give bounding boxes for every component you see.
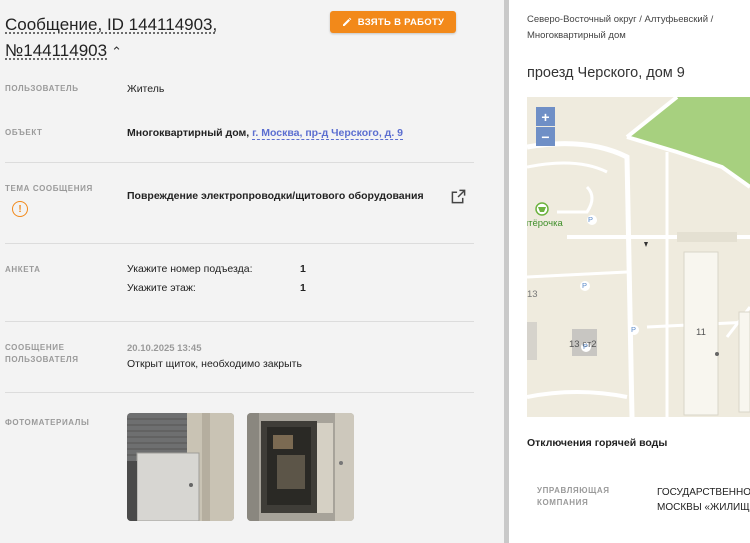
hot-water-outages-title: Отключения горячей воды [527, 437, 668, 449]
user-message-label-line-2: ПОЛЬЗОВАТЕЛЯ [5, 355, 79, 364]
management-company-label-line-2: КОМПАНИЯ [537, 498, 589, 507]
user-message-label: СООБЩЕНИЕ ПОЛЬЗОВАТЕЛЯ [5, 342, 79, 366]
chevron-up-icon[interactable]: ⌃ [111, 39, 122, 65]
map[interactable]: + − ятёрочка 13 13 ст2 11 P P P P [527, 97, 750, 417]
title-line-2: №144114903 [5, 41, 108, 60]
map-building-label: 13 [527, 289, 538, 300]
photos-label: ФОТОМАТЕРИАЛЫ [5, 418, 90, 427]
parking-icon: P [582, 281, 588, 290]
management-company-value-line-2: МОСКВЫ «ЖИЛИЩ [657, 502, 750, 513]
parking-icon: P [631, 325, 637, 334]
parking-icon: P [583, 342, 589, 351]
breadcrumb-line-1[interactable]: Северо-Восточный округ / Алтуфьевский / [527, 14, 713, 25]
object-address-link[interactable]: г. Москва, пр-д Черского, д. 9 [252, 127, 404, 140]
zoom-out-button[interactable]: − [536, 127, 555, 146]
photo-thumbnail[interactable] [247, 413, 354, 521]
management-company-label: УПРАВЛЯЮЩАЯ КОМПАНИЯ [537, 485, 610, 509]
photo-image-panel-open [247, 413, 354, 521]
survey-answer: 1 [300, 282, 306, 294]
user-message-text: Открыт щиток, необходимо закрыть [127, 358, 302, 370]
pencil-icon [342, 17, 352, 26]
breadcrumb: Северо-Восточный округ / Алтуфьевский / … [527, 12, 750, 44]
photo-thumbnail[interactable] [127, 413, 234, 521]
map-tiles [527, 97, 750, 417]
divider [5, 321, 474, 322]
object-label: ОБЪЕКТ [5, 128, 43, 137]
management-company-value-line-1: ГОСУДАРСТВЕННОЕ [657, 487, 750, 498]
map-shop-label: ятёрочка [527, 218, 563, 229]
object-address-title: проезд Черского, дом 9 [527, 65, 685, 81]
message-panel: Сообщение, ID 144114903, №144114903 ⌃ ВЗЯ… [0, 0, 504, 543]
management-company-value: ГОСУДАРСТВЕННОЕ МОСКВЫ «ЖИЛИЩ [657, 485, 750, 515]
user-message-date: 20.10.2025 13:45 [127, 343, 202, 354]
divider [5, 162, 474, 163]
object-value: Многоквартирный дом, г. Москва, пр-д Чер… [127, 126, 404, 140]
parking-icon: P [588, 215, 594, 224]
management-company-label-line-1: УПРАВЛЯЮЩАЯ [537, 486, 610, 495]
topic-value: Повреждение электропроводки/щитового обо… [127, 190, 424, 202]
object-panel: Северо-Восточный округ / Алтуфьевский / … [509, 0, 750, 543]
user-value: Житель [127, 83, 165, 95]
user-message-label-line-1: СООБЩЕНИЕ [5, 343, 65, 352]
map-building-label: 11 [696, 327, 706, 338]
warning-icon: ! [12, 201, 28, 217]
survey-answer: 1 [300, 263, 306, 275]
zoom-in-button[interactable]: + [536, 107, 555, 126]
survey-question: Укажите номер подъезда: [127, 263, 253, 275]
photo-image-panel-closed [127, 413, 234, 521]
message-title[interactable]: Сообщение, ID 144114903, №144114903 ⌃ [5, 12, 325, 65]
survey-question: Укажите этаж: [127, 282, 196, 294]
title-line-1: Сообщение, ID 144114903, [5, 15, 218, 34]
divider [5, 392, 474, 393]
survey-label: АНКЕТА [5, 265, 41, 274]
topic-label: ТЕМА СООБЩЕНИЯ [5, 184, 93, 193]
take-to-work-label: ВЗЯТЬ В РАБОТУ [357, 16, 445, 28]
object-type: Многоквартирный дом, [127, 127, 250, 139]
divider [5, 243, 474, 244]
user-label: ПОЛЬЗОВАТЕЛЬ [5, 84, 79, 93]
breadcrumb-line-2[interactable]: Многоквартирный дом [527, 30, 626, 41]
external-link-icon[interactable] [451, 189, 466, 204]
take-to-work-button[interactable]: ВЗЯТЬ В РАБОТУ [330, 11, 456, 33]
